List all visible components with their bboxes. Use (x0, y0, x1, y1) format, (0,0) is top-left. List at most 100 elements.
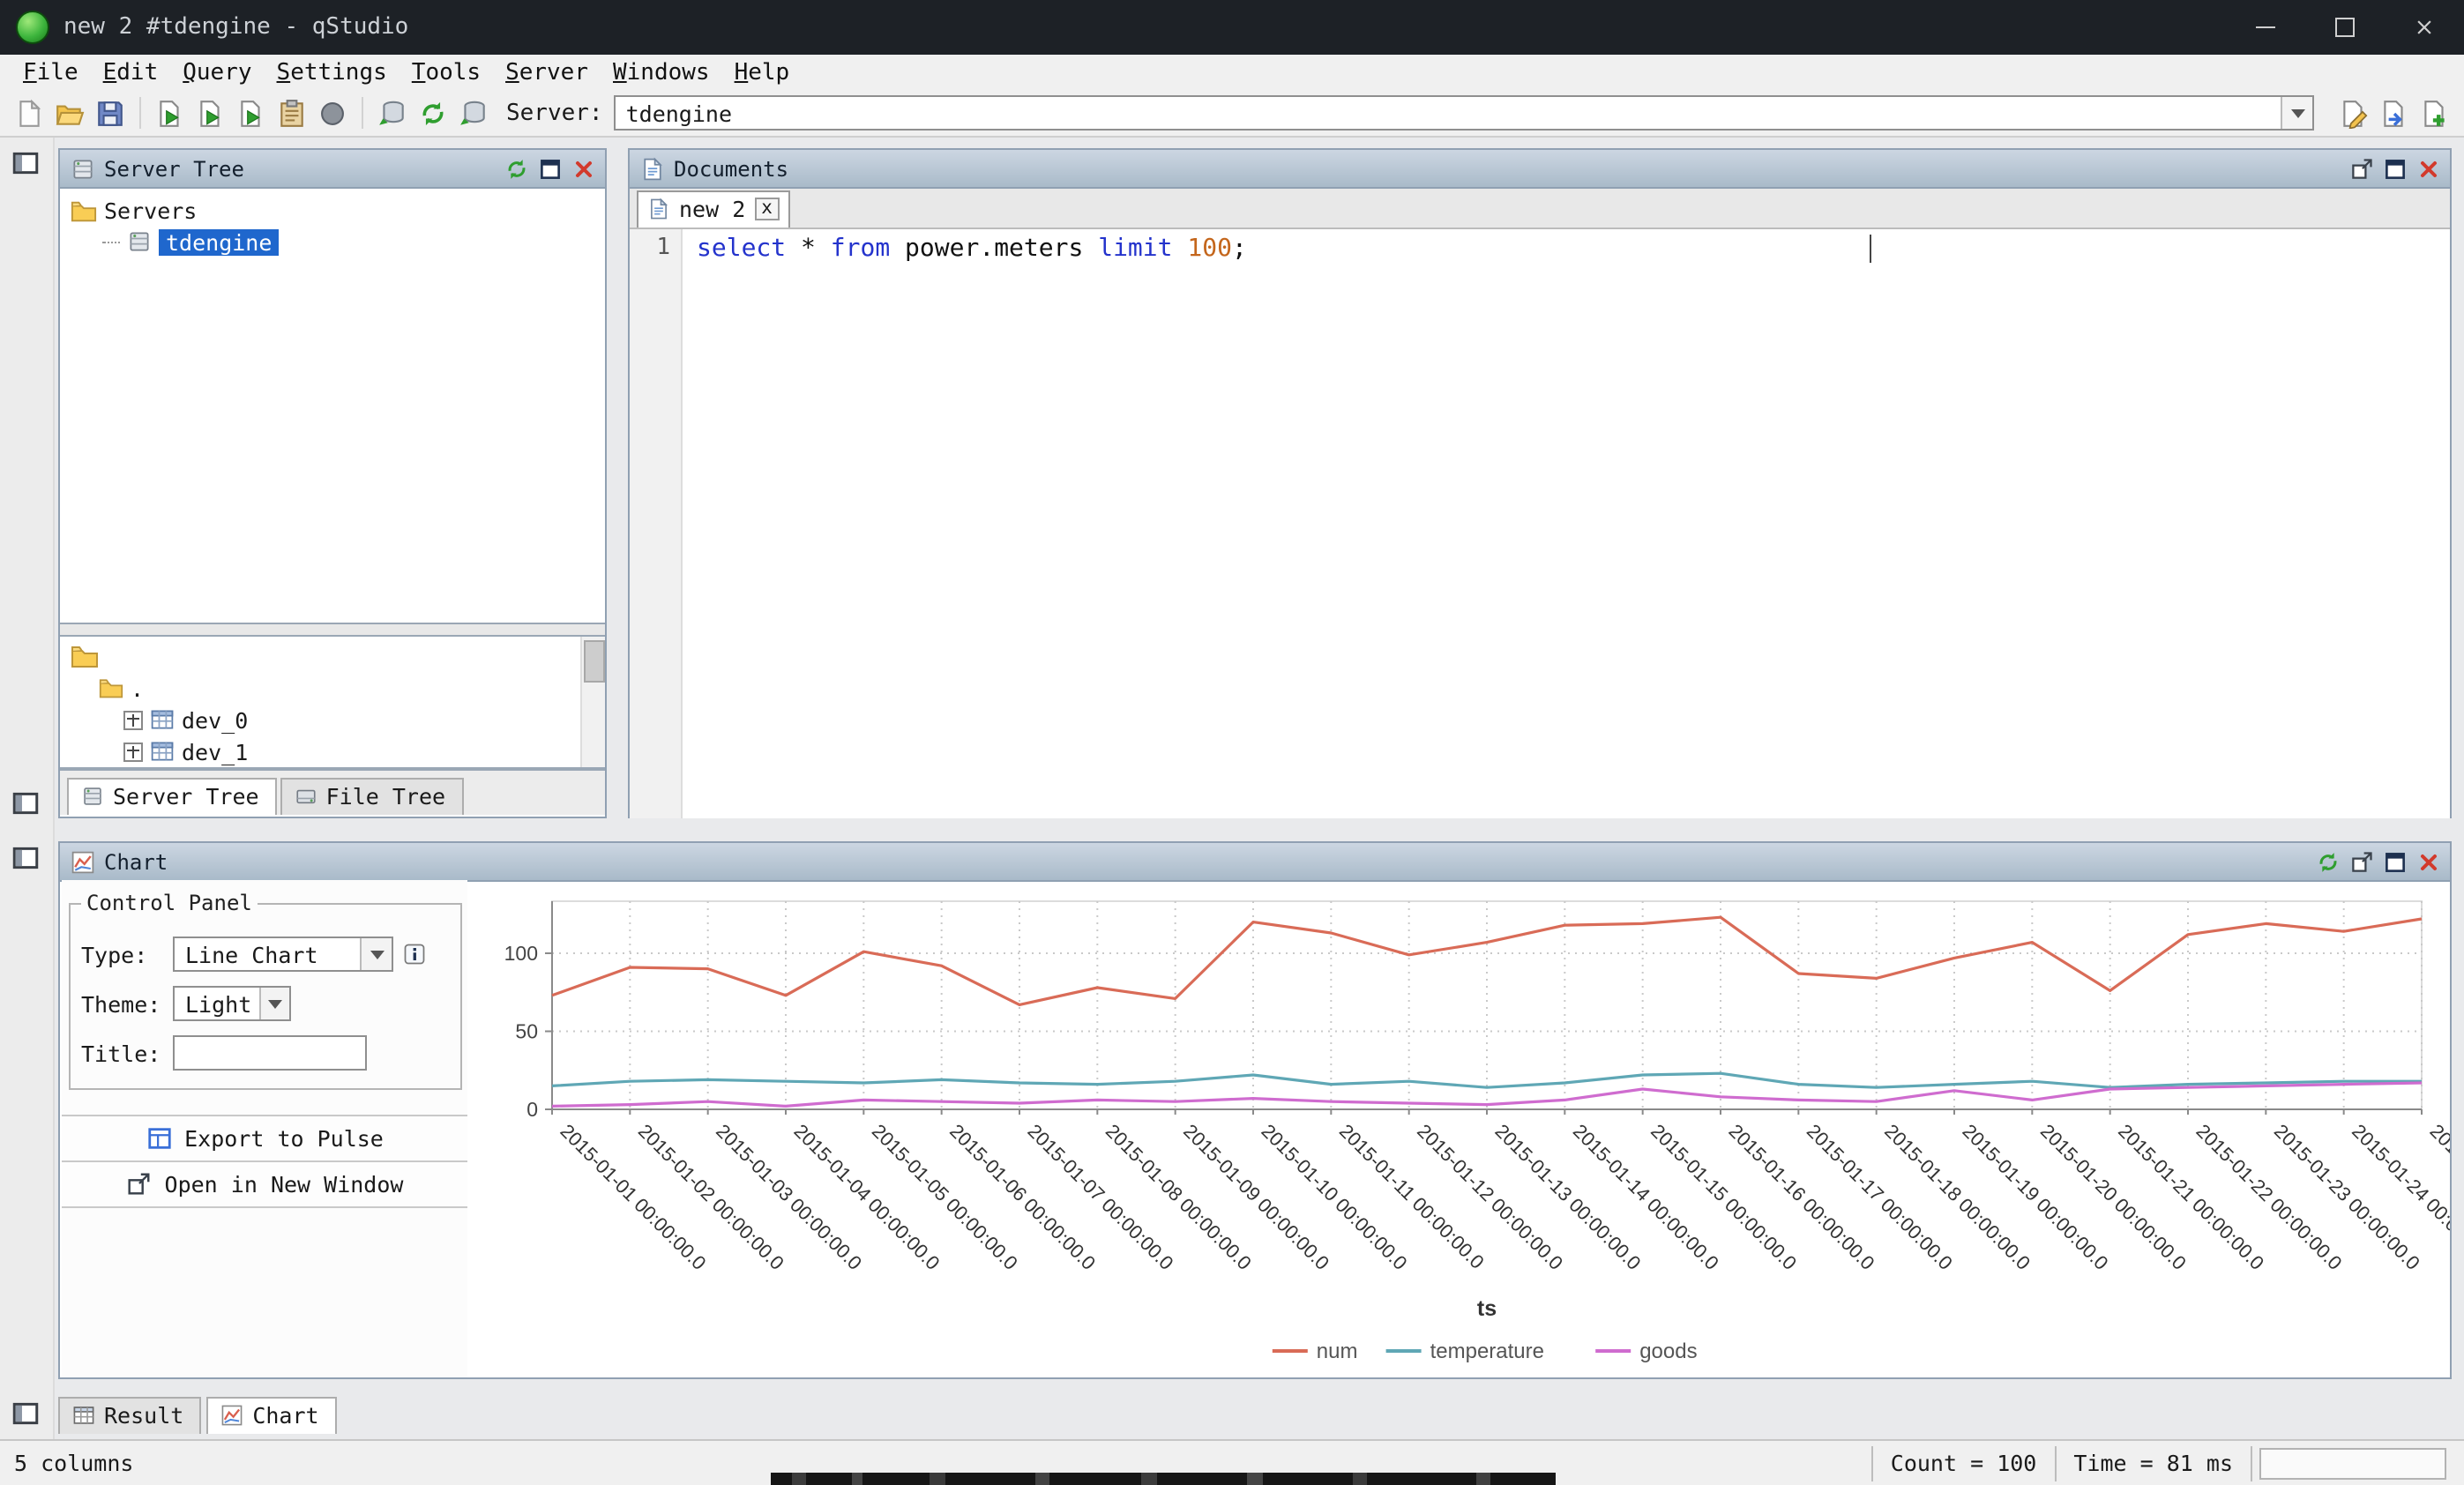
documents-panel: Documents new 2 x 1 select * from power.… (628, 148, 2452, 818)
new-file-icon[interactable] (11, 94, 48, 131)
tree-item-dev0[interactable]: dev_0 (71, 704, 605, 735)
close-button[interactable] (2385, 0, 2464, 55)
refresh-icon[interactable] (2314, 848, 2341, 875)
folder-icon (71, 642, 99, 670)
info-icon[interactable] (402, 942, 427, 966)
maximize-button[interactable] (2305, 0, 2385, 55)
export-to-pulse-button[interactable]: Export to Pulse (62, 1115, 467, 1162)
dock-handle-icon[interactable] (11, 843, 53, 873)
qstudio-logo-icon (16, 11, 49, 44)
copy-icon[interactable] (273, 94, 310, 131)
close-panel-icon[interactable] (570, 155, 596, 182)
expand-icon[interactable] (123, 742, 143, 761)
tab-new-2[interactable]: new 2 x (637, 190, 790, 228)
legend-label-num[interactable]: num (1317, 1339, 1358, 1363)
open-file-icon[interactable] (51, 94, 88, 131)
open-in-new-window-button[interactable]: Open in New Window (62, 1160, 467, 1208)
server-icon (69, 155, 95, 182)
tab-server-tree[interactable]: Server Tree (67, 778, 277, 815)
dock-handle-icon[interactable] (11, 148, 53, 178)
menu-settings[interactable]: Settings (265, 57, 399, 87)
x-tick-label: 2015-01-03 00:00:00.0 (712, 1120, 866, 1274)
refresh-server-icon[interactable] (374, 94, 411, 131)
tree-splitter[interactable] (60, 624, 605, 635)
x-tick-label: 2015-01-01 00:00:00.0 (556, 1120, 710, 1274)
menu-help[interactable]: Help (722, 57, 803, 87)
status-count: Count = 100 (1871, 1445, 2055, 1481)
open-document-icon[interactable] (2376, 94, 2413, 131)
close-panel-icon[interactable] (2415, 848, 2441, 875)
refresh-icon[interactable] (503, 155, 529, 182)
maximize-panel-icon[interactable] (536, 155, 563, 182)
close-panel-icon[interactable] (2415, 155, 2441, 182)
x-tick-label: 2015-01-22 00:00:00.0 (2191, 1120, 2346, 1274)
server-tree-panel-header: Server Tree (60, 150, 605, 189)
edit-document-icon[interactable] (2335, 94, 2372, 131)
grid-icon (72, 1404, 95, 1427)
selected-server-label: tdengine (159, 228, 279, 255)
tab-close-button[interactable]: x (754, 198, 780, 220)
add-server-icon[interactable] (455, 94, 492, 131)
menu-file[interactable]: File (11, 57, 91, 87)
server-select[interactable]: tdengine (614, 95, 2314, 131)
maximize-panel-icon[interactable] (2381, 848, 2408, 875)
maximize-panel-icon[interactable] (2381, 155, 2408, 182)
run-line-icon[interactable] (192, 94, 229, 131)
x-tick-label: 2015-01-19 00:00:00.0 (1958, 1120, 2112, 1274)
x-tick-label: 2015-01-02 00:00:00.0 (634, 1120, 788, 1274)
menu-tools[interactable]: Tools (399, 57, 493, 87)
legend-label-temperature[interactable]: temperature (1430, 1339, 1544, 1363)
drive-icon (295, 785, 317, 808)
chart-panel-header: Chart (60, 843, 2450, 882)
chart-type-select[interactable]: Line Chart (173, 937, 393, 972)
chevron-down-icon[interactable] (360, 938, 392, 970)
minimize-button[interactable] (2226, 0, 2305, 55)
menu-query[interactable]: Query (170, 57, 264, 87)
stop-query-icon[interactable] (314, 94, 351, 131)
open-new-window-icon[interactable] (2348, 155, 2374, 182)
chart-title-input[interactable] (173, 1035, 367, 1071)
chart-control-column: Control Panel Type: Line Chart Theme: Li… (62, 880, 467, 1377)
legend-label-goods[interactable]: goods (1639, 1339, 1697, 1363)
tree-item-tdengine[interactable]: tdengine (71, 226, 605, 257)
chart-icon (69, 848, 95, 875)
line-chart[interactable]: 0501002015-01-01 00:00:00.02015-01-02 00… (474, 880, 2450, 1377)
scrollbar-thumb[interactable] (584, 640, 605, 683)
open-new-window-icon[interactable] (2348, 848, 2374, 875)
tree-item-dev1[interactable]: dev_1 (71, 735, 605, 767)
toolbar: Server: tdengine (0, 90, 2464, 138)
sql-editor[interactable]: 1 select * from power.meters limit 100; (630, 229, 2450, 818)
schema-tree: . dev_0 dev_1 (60, 635, 605, 769)
menu-server[interactable]: Server (493, 57, 601, 87)
dock-restore-icon[interactable] (11, 1399, 41, 1429)
tab-chart[interactable]: Chart (206, 1397, 336, 1434)
run-query-icon[interactable] (152, 94, 189, 131)
x-axis-title: ts (1477, 1296, 1497, 1321)
expand-icon[interactable] (123, 710, 143, 729)
tree-item-dot[interactable]: . (71, 672, 605, 704)
run-file-icon[interactable] (233, 94, 270, 131)
status-columns: 5 columns (0, 1450, 133, 1476)
window-title: new 2 #tdengine - qStudio (63, 14, 408, 41)
server-icon (81, 785, 104, 808)
table-icon (150, 739, 175, 764)
sql-code-line[interactable]: select * from power.meters limit 100; (683, 229, 2450, 818)
type-label: Type: (81, 941, 164, 967)
refresh-tree-icon[interactable] (414, 94, 452, 131)
chevron-down-icon[interactable] (259, 988, 289, 1019)
tree-item-servers[interactable]: Servers (71, 194, 605, 226)
status-progress-bar (2259, 1447, 2446, 1479)
x-tick-label: 2015-01-23 00:00:00.0 (2270, 1120, 2424, 1274)
dock-restore-icon[interactable] (11, 788, 41, 818)
tab-file-tree[interactable]: File Tree (280, 778, 463, 815)
tab-result[interactable]: Result (58, 1397, 201, 1434)
chevron-down-icon[interactable] (2281, 97, 2312, 129)
menu-edit[interactable]: Edit (91, 57, 171, 87)
theme-select[interactable]: Light (173, 986, 291, 1021)
tree-item-root-folder[interactable] (71, 640, 605, 672)
save-icon[interactable] (92, 94, 129, 131)
line-number-gutter: 1 (630, 229, 683, 818)
scrollbar[interactable] (580, 637, 605, 767)
new-document-icon[interactable] (2416, 94, 2453, 131)
menu-windows[interactable]: Windows (601, 57, 722, 87)
